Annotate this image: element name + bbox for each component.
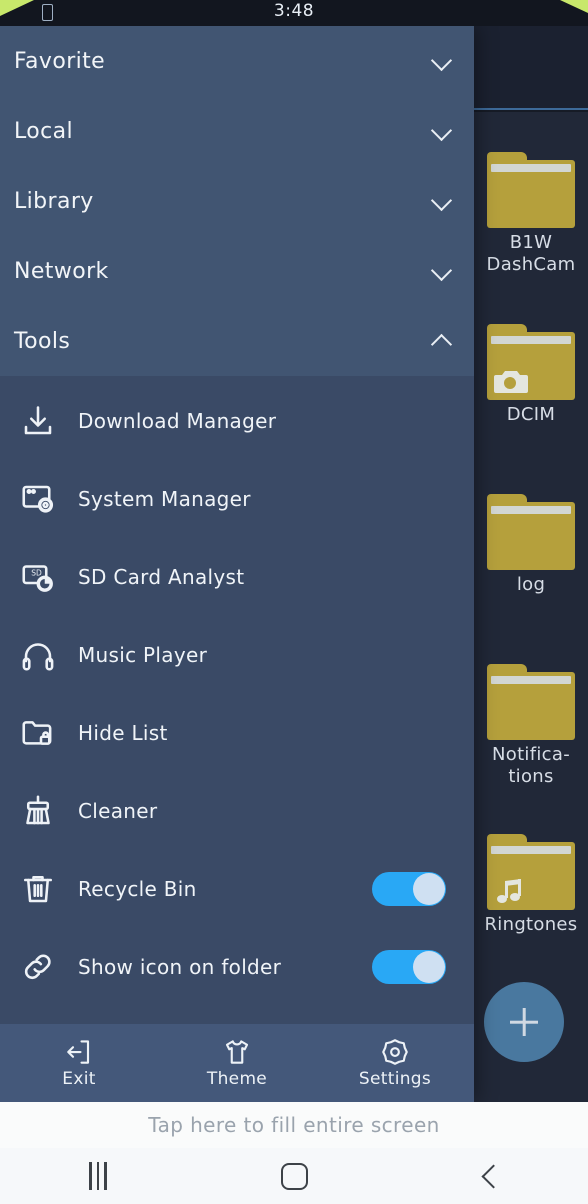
folder-icon	[487, 834, 575, 910]
tool-item-label: Download Manager	[78, 409, 277, 433]
drawer-sections: Favorite Local Library Network Tools	[0, 26, 474, 376]
file-item[interactable]: DCIM	[476, 324, 586, 426]
file-label: Notifica- tions	[492, 744, 570, 787]
trash-icon	[20, 871, 56, 907]
file-label: Ringtones	[484, 914, 578, 935]
nav-home-button[interactable]	[196, 1148, 392, 1204]
drawer-bottom-bar: Exit Theme Settings	[0, 1024, 474, 1102]
folder-icon	[487, 664, 575, 740]
tool-item-label: Hide List	[78, 721, 168, 745]
exit-icon	[67, 1040, 90, 1064]
system-gear-icon	[20, 481, 56, 517]
music-note-icon	[493, 878, 529, 906]
tool-item-download-manager[interactable]: Download Manager	[0, 382, 474, 460]
status-bar: 3:48	[0, 0, 588, 26]
nav-recents-button[interactable]	[0, 1148, 196, 1204]
tool-item-hide-list[interactable]: Hide List	[0, 694, 474, 772]
phone-screen: B1W DashCam DCIM log Notifica- tions Rin…	[0, 0, 588, 1204]
tool-item-label: Show icon on folder	[78, 955, 282, 979]
recycle-bin-toggle[interactable]	[372, 872, 446, 906]
home-icon	[280, 1162, 308, 1190]
tool-item-music-player[interactable]: Music Player	[0, 616, 474, 694]
tool-item-cleaner[interactable]: Cleaner	[0, 772, 474, 850]
tool-item-sd-card-analyst[interactable]: SD SD Card Analyst	[0, 538, 474, 616]
folder-lock-icon	[20, 715, 56, 751]
fill-hint-label: Tap here to fill entire screen	[148, 1113, 440, 1137]
file-item[interactable]: Notifica- tions	[476, 664, 586, 788]
headphones-icon	[20, 637, 56, 673]
download-icon	[20, 403, 56, 439]
tool-item-label: Cleaner	[78, 799, 158, 823]
file-item[interactable]: Ringtones	[476, 834, 586, 936]
gear-icon	[382, 1039, 408, 1065]
svg-text:SD: SD	[31, 569, 42, 578]
sd-card-chart-icon: SD	[20, 559, 56, 595]
exit-button[interactable]: Exit	[0, 1037, 158, 1089]
tool-item-show-icon-on-folder[interactable]: Show icon on folder	[0, 928, 474, 1006]
settings-button[interactable]: Settings	[316, 1037, 474, 1089]
theme-label: Theme	[206, 1069, 268, 1089]
nav-back-button[interactable]	[392, 1148, 588, 1204]
drawer-section-label: Favorite	[14, 48, 106, 74]
show-icon-on-folder-toggle[interactable]	[372, 950, 446, 984]
chevron-up-icon[interactable]	[433, 331, 452, 350]
tool-item-label: SD Card Analyst	[78, 565, 245, 589]
link-icon	[20, 949, 56, 985]
theme-button[interactable]: Theme	[158, 1037, 316, 1089]
recents-icon	[89, 1162, 107, 1190]
file-label: log	[516, 574, 546, 595]
file-item[interactable]: B1W DashCam	[476, 152, 586, 276]
drawer-section-network[interactable]: Network	[0, 236, 474, 306]
file-item[interactable]: log	[476, 494, 586, 596]
drawer-section-tools[interactable]: Tools	[0, 306, 474, 376]
chevron-down-icon[interactable]	[433, 121, 452, 140]
tool-item-recycle-bin[interactable]: Recycle Bin	[0, 850, 474, 928]
tshirt-icon	[225, 1040, 249, 1064]
folder-icon	[487, 152, 575, 228]
drawer-section-local[interactable]: Local	[0, 96, 474, 166]
file-label: DCIM	[506, 404, 556, 425]
add-fab-button[interactable]	[484, 982, 564, 1062]
tool-item-label: Recycle Bin	[78, 877, 197, 901]
chevron-down-icon[interactable]	[433, 51, 452, 70]
broom-icon	[20, 793, 56, 829]
folder-icon	[487, 324, 575, 400]
drawer-section-label: Library	[14, 188, 94, 214]
back-icon	[480, 1163, 506, 1189]
camera-icon	[493, 368, 529, 396]
drawer-section-label: Tools	[14, 328, 71, 354]
tool-item-system-manager[interactable]: System Manager	[0, 460, 474, 538]
exit-label: Exit	[62, 1069, 96, 1089]
navigation-drawer: Favorite Local Library Network Tools Dow…	[0, 26, 474, 1102]
chevron-down-icon[interactable]	[433, 191, 452, 210]
tool-item-label: Music Player	[78, 643, 208, 667]
tools-submenu: Download Manager System Manager SD SD Ca…	[0, 376, 474, 1024]
chevron-down-icon[interactable]	[433, 261, 452, 280]
drawer-section-favorite[interactable]: Favorite	[0, 26, 474, 96]
status-bar-clock: 3:48	[273, 1, 315, 21]
drawer-section-library[interactable]: Library	[0, 166, 474, 236]
settings-label: Settings	[358, 1069, 432, 1089]
folder-icon	[487, 494, 575, 570]
drawer-section-label: Network	[14, 258, 109, 284]
fill-entire-screen-hint[interactable]: Tap here to fill entire screen	[0, 1102, 588, 1148]
android-nav-bar	[0, 1148, 588, 1204]
tool-item-label: System Manager	[78, 487, 251, 511]
file-label: B1W DashCam	[486, 232, 576, 275]
drawer-section-label: Local	[14, 118, 74, 144]
